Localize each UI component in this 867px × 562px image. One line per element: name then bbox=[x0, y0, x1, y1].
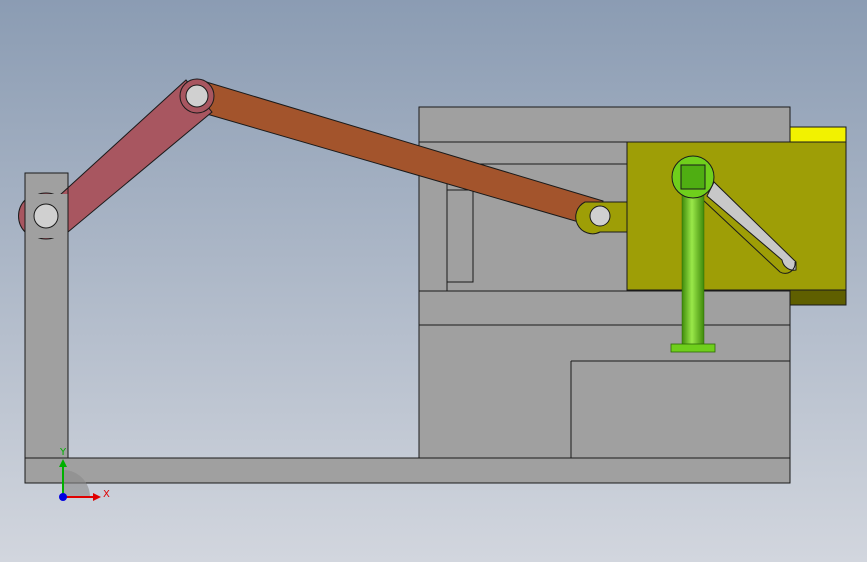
base-bar bbox=[24, 457, 791, 484]
pin-stem bbox=[681, 187, 705, 347]
assembly-scene[interactable]: X Y bbox=[0, 0, 867, 562]
x-axis-label: X bbox=[103, 489, 110, 500]
rod-end-hole bbox=[589, 205, 611, 227]
crank-top-hole bbox=[185, 84, 209, 108]
z-axis-dot bbox=[59, 493, 67, 501]
housing-slot bbox=[446, 189, 474, 283]
housing-mid-plate bbox=[418, 290, 791, 326]
housing-lower-block bbox=[418, 324, 791, 459]
pin-head-square bbox=[680, 164, 706, 190]
housing-top-plate bbox=[418, 106, 791, 143]
pin-foot bbox=[670, 343, 716, 353]
slider-top-strip bbox=[789, 126, 847, 144]
slider-block[interactable] bbox=[626, 126, 847, 306]
cad-graphics-viewport[interactable]: X Y bbox=[0, 0, 867, 562]
y-axis-label: Y bbox=[59, 447, 67, 458]
crank-base-hole bbox=[33, 203, 59, 229]
slider-bottom-strip bbox=[789, 289, 847, 306]
